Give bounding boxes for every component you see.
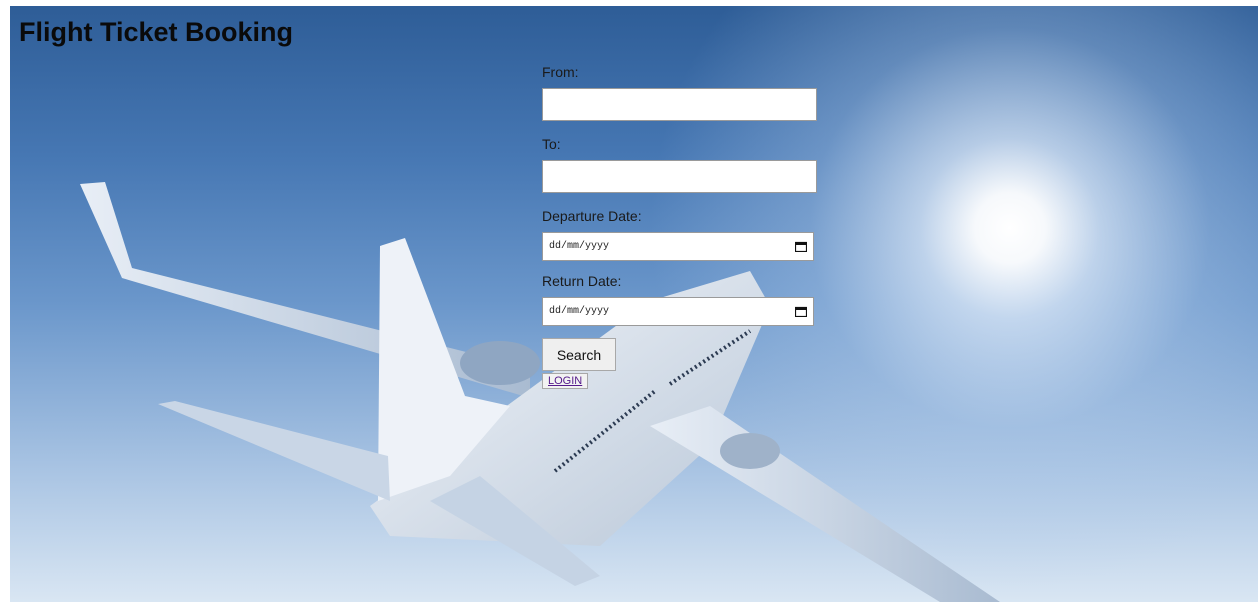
left-engine [460,341,540,385]
stabilizer-left [158,401,390,501]
return-date-placeholder: dd/mm/yyyy [549,306,610,317]
page-frame: Flight Ticket Booking From: To: Departur… [10,6,1258,602]
from-label: From: [542,64,579,80]
calendar-icon[interactable] [794,241,808,253]
to-label: To: [542,136,561,152]
booking-form: From: To: Departure Date: dd/mm/yyyy Ret… [542,64,822,389]
departure-date-label: Departure Date: [542,208,642,224]
right-engine [720,433,780,469]
right-wing [650,406,1000,602]
calendar-icon[interactable] [794,306,808,318]
login-link[interactable]: LOGIN [542,373,589,389]
return-date-label: Return Date: [542,273,622,289]
departure-date-placeholder: dd/mm/yyyy [549,241,610,252]
from-input[interactable] [542,88,817,121]
page-title: Flight Ticket Booking [19,17,294,47]
return-date-input[interactable]: dd/mm/yyyy [542,297,814,326]
search-button[interactable]: Search [542,338,616,371]
departure-date-input[interactable]: dd/mm/yyyy [542,232,814,261]
to-input[interactable] [542,160,817,193]
